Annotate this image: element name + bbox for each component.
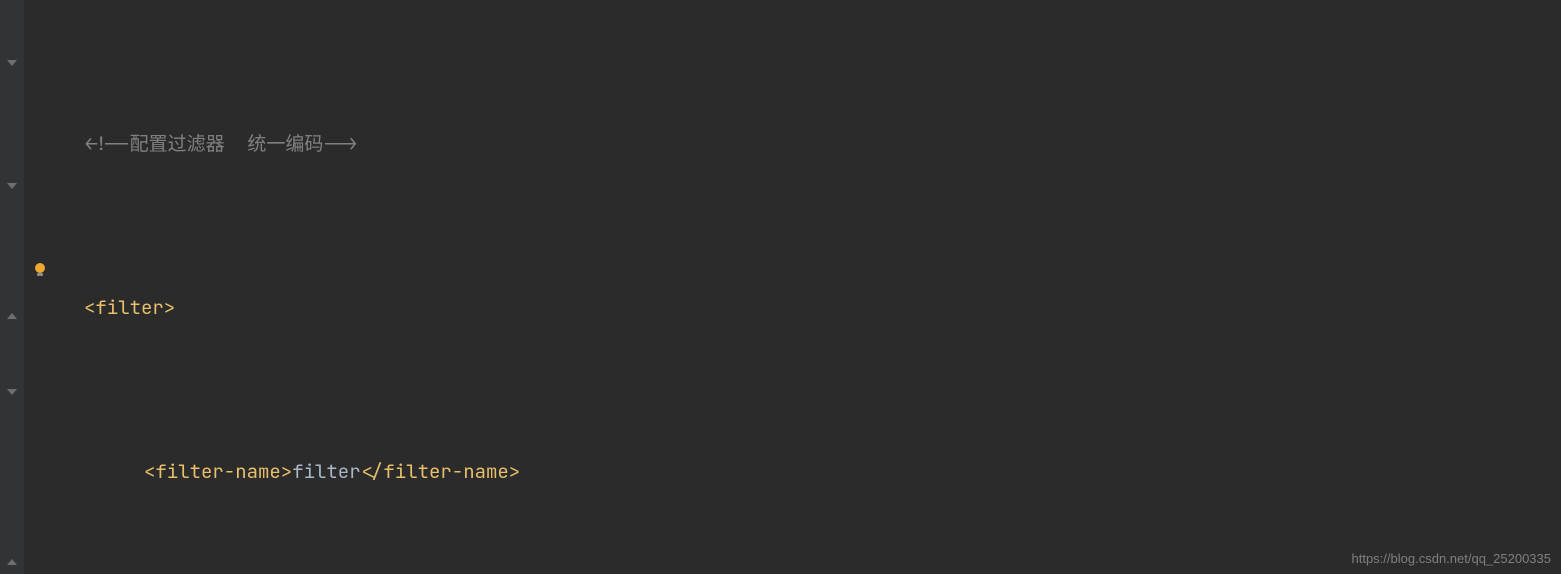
- code-line[interactable]: <!--配置过滤器 统一编码-->: [24, 123, 1561, 164]
- xml-text: filter: [292, 459, 360, 484]
- code-editor[interactable]: <!--配置过滤器 统一编码--> <filter> <filter-name>…: [0, 0, 1561, 574]
- code-line[interactable]: <filter>: [24, 287, 1561, 328]
- fold-marker-icon[interactable]: [6, 308, 18, 320]
- xml-comment-close: -->: [323, 131, 357, 156]
- xml-comment-open: <!--: [84, 131, 130, 156]
- fold-marker-icon[interactable]: [6, 388, 18, 400]
- watermark-text: https://blog.csdn.net/qq_25200335: [1352, 551, 1552, 566]
- gutter: [0, 0, 24, 574]
- fold-marker-icon[interactable]: [6, 182, 18, 194]
- code-line[interactable]: <filter-name>filter</filter-name>: [24, 451, 1561, 492]
- fold-marker-icon[interactable]: [6, 59, 18, 71]
- xml-tag: <filter-name>: [144, 459, 292, 484]
- xml-tag: <filter>: [84, 295, 175, 320]
- code-area[interactable]: <!--配置过滤器 统一编码--> <filter> <filter-name>…: [24, 0, 1561, 574]
- xml-comment-text: 配置过滤器 统一编码: [130, 131, 324, 156]
- fold-marker-icon[interactable]: [6, 554, 18, 566]
- xml-tag: </filter-name>: [361, 459, 521, 484]
